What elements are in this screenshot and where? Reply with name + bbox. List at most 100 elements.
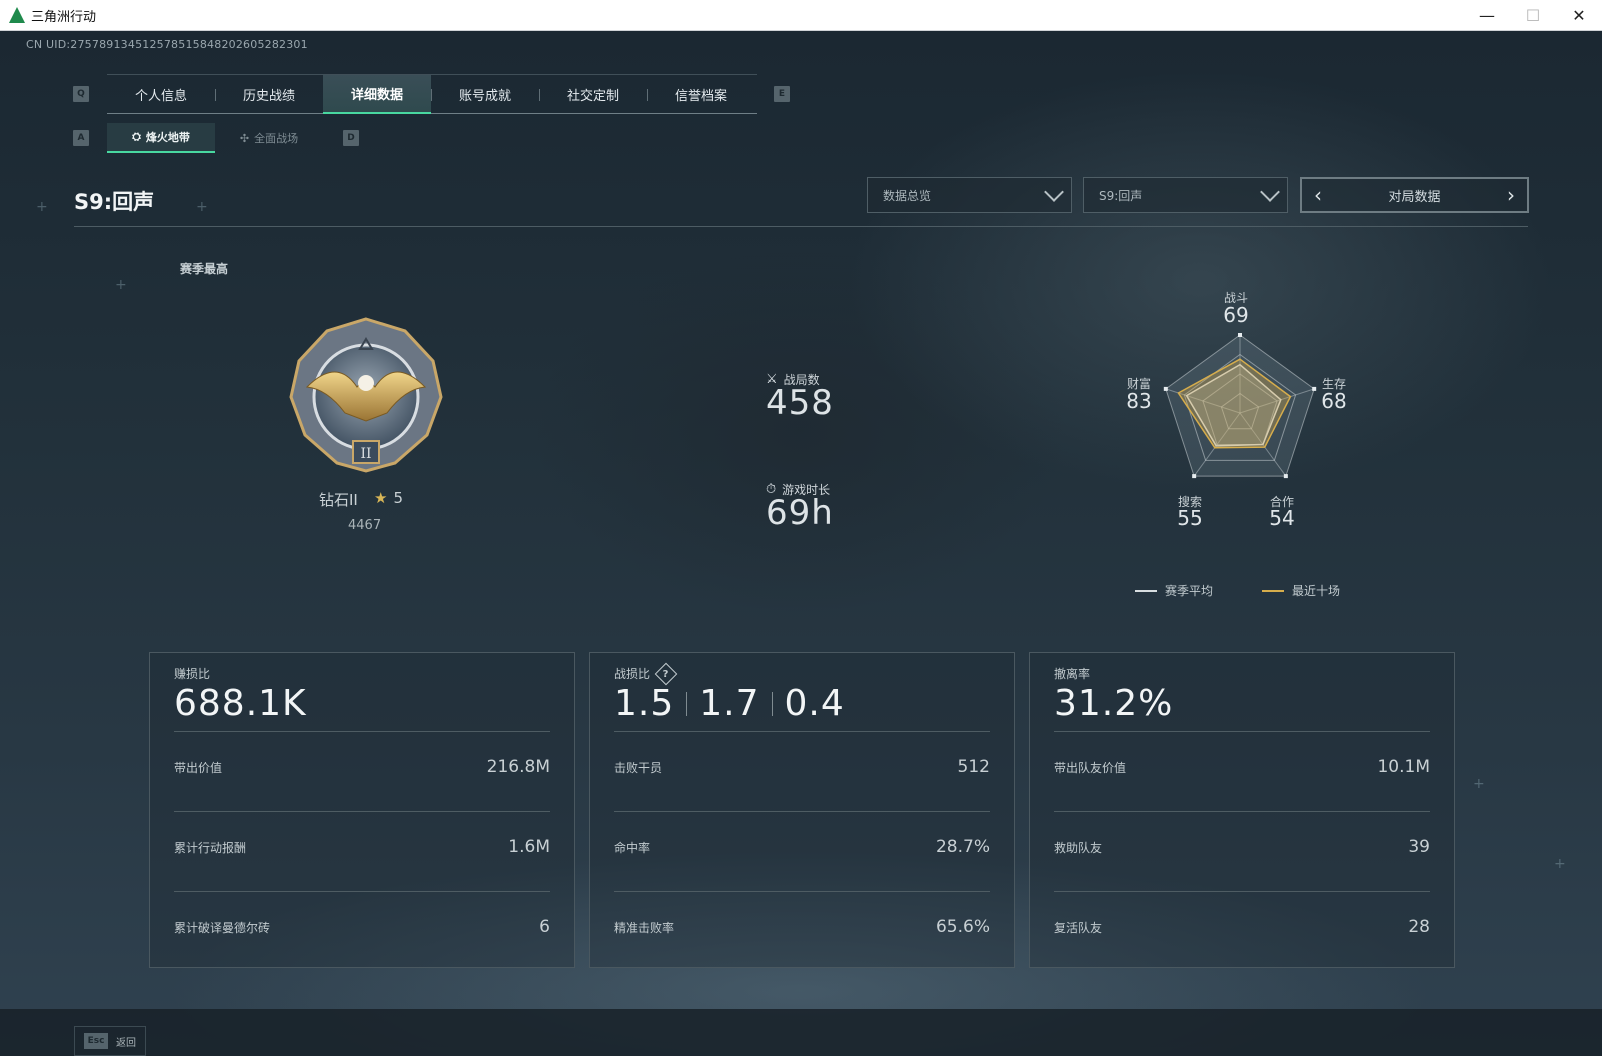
dropdown-value: S9:回声 [1099,188,1143,203]
stat-row: 累计破译曼德尔砖 6 [174,917,550,937]
back-label: 返回 [116,1037,136,1049]
tab-match-history[interactable]: 历史战绩 [215,75,323,114]
svg-text:II: II [360,446,371,462]
main-value: 688.1K [174,683,307,724]
card-heading: 撤离率 [1054,667,1091,681]
crosshair-decoration: + [1554,856,1566,872]
value-separator [686,691,688,716]
stat-value: 1.6M [508,837,550,857]
chevron-right-icon[interactable]: › [1499,179,1523,211]
rank-stars: ★ 5 [374,489,403,507]
crosshair-decoration: + [1473,776,1485,792]
subtab-full-battlefield[interactable]: ✣ 全面战场 [215,123,323,153]
tab-personal-info[interactable]: 个人信息 [107,75,215,114]
card-heading: 赚损比 [174,667,211,681]
value-separator [771,691,773,716]
card-divider [174,811,550,812]
esc-key-hint: Esc [84,1033,108,1049]
card-main-value: 1.5 1.7 0.4 [614,683,845,724]
tab-detailed-data[interactable]: 详细数据 [323,75,431,114]
card-main-value: 31.2% [1054,683,1173,724]
header-divider [74,226,1528,227]
stat-label: 击败干员 [614,760,663,775]
back-button[interactable]: Esc 返回 [74,1026,146,1056]
season-dropdown[interactable]: S9:回声 [1083,177,1288,213]
season-title: S9:回声 [74,190,155,214]
tab-reputation[interactable]: 信誉档案 [647,75,755,114]
tab-label: 社交定制 [566,89,619,104]
tab-label: 详细数据 [350,88,403,103]
stat-label: 精准击败率 [614,920,675,935]
footer-bar: Esc 返回 [0,1009,1602,1056]
dropdown-value: 数据总览 [883,188,932,203]
view-dropdown[interactable]: 数据总览 [867,177,1072,213]
subtab-label: 烽火地带 [145,131,190,144]
help-icon[interactable]: ? [654,662,678,685]
stat-label: 带出价值 [174,760,223,775]
window-titlebar: 三角洲行动 — ☐ ✕ [0,0,1602,31]
game-screen: CN UID:275789134512578515848202605282301… [0,31,1602,1056]
mode-tab-bar: ⛭ 烽火地带 ✣ 全面战场 [107,123,323,153]
legend-label: 赛季平均 [1165,584,1214,598]
rank-star-count: 5 [393,489,403,507]
minimize-button[interactable]: — [1464,0,1510,31]
data-type-pager: ‹ 对局数据 › [1300,177,1529,213]
legend-recent-ten: 最近十场 [1262,582,1340,599]
radar-axis-value: 68 [1321,389,1347,413]
card-divider [1054,891,1430,892]
stat-label: 带出队友价值 [1054,760,1127,775]
card-divider [174,731,550,732]
main-value: 1.7 [699,683,760,724]
tab-label: 信誉档案 [674,89,727,104]
radar-axis-value: 69 [1223,303,1249,327]
subtab-hazard-zone[interactable]: ⛭ 烽火地带 [107,123,215,153]
radar-axis-node [1192,474,1197,479]
stat-card-extraction-rate: 撤离率 31.2% 带出队友价值 10.1M 救助队友 39 复活队友 28 [1029,652,1455,968]
tab-label: 账号成就 [458,89,511,104]
key-hint-next-subtab[interactable]: D [343,130,359,146]
crosshair-decoration: + [196,199,208,215]
stat-row: 精准击败率 65.6% [614,917,990,937]
card-heading: 战损比 ? [614,662,678,685]
radar-axis-value: 54 [1269,506,1295,530]
tab-achievements[interactable]: 账号成就 [431,75,539,114]
radar-axis-value: 55 [1177,506,1203,530]
card-divider [614,891,990,892]
maximize-button[interactable]: ☐ [1510,0,1556,31]
card-heading-text: 战损比 [614,667,651,681]
tab-social[interactable]: 社交定制 [539,75,647,114]
stat-label: 救助队友 [1054,840,1103,855]
ability-radar-chart [1163,333,1317,479]
stat-label: 累计行动报酬 [174,840,247,855]
crosshair-decoration: + [36,199,48,215]
legend-swatch [1135,589,1157,592]
stat-value: 39 [1408,837,1430,857]
stat-row: 复活队友 28 [1054,917,1430,937]
rank-badge-emblem: II [289,317,443,473]
window-title: 三角洲行动 [31,9,97,25]
key-hint-prev-subtab[interactable]: A [73,130,89,146]
stat-value: 512 [957,757,990,777]
key-hint-next-tab[interactable]: E [774,86,790,102]
crosshair-decoration: + [115,277,127,293]
card-divider [174,891,550,892]
stat-value: 28 [1408,917,1430,937]
window-controls: — ☐ ✕ [1464,0,1602,31]
help-mark: ? [663,668,669,679]
legend-swatch [1262,589,1284,592]
rank-name: 钻石II [319,491,358,509]
chevron-down-icon [1044,182,1064,202]
crosshair-icon: ✣ [239,131,250,145]
beacon-icon: ⛭ [132,130,141,143]
key-hint-prev-tab[interactable]: Q [73,86,89,102]
legend-label: 最近十场 [1292,584,1341,598]
stat-label: 复活队友 [1054,920,1103,935]
stat-row: 累计行动报酬 1.6M [174,837,550,857]
tab-label: 个人信息 [134,89,187,104]
chevron-left-icon[interactable]: ‹ [1306,179,1330,211]
close-button[interactable]: ✕ [1556,0,1602,31]
radar-axis-value: 83 [1126,389,1152,413]
subtab-label: 全面战场 [254,132,299,145]
stat-value: 28.7% [935,837,990,857]
chevron-down-icon [1260,182,1280,202]
